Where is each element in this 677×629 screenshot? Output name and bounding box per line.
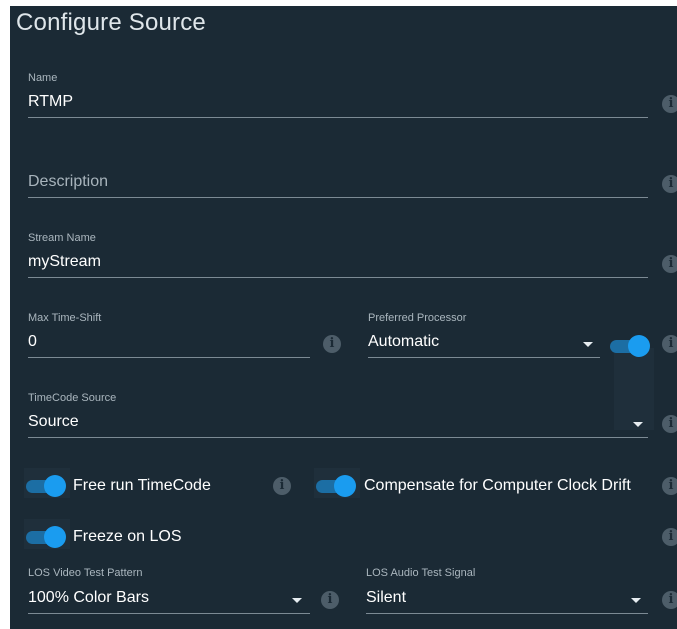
los-video-chevron-down-icon[interactable] [292, 598, 302, 603]
preferred-processor-label: Preferred Processor [368, 312, 467, 324]
clock-drift-label: Compensate for Computer Clock Drift [364, 477, 631, 494]
preferred-processor-underline [368, 357, 600, 358]
preferred-processor-info-icon[interactable]: i [662, 335, 677, 353]
los-audio-info-icon[interactable]: i [662, 591, 677, 609]
preferred-processor-chevron-down-icon[interactable] [583, 342, 593, 347]
timecode-source-label: TimeCode Source [28, 392, 117, 404]
max-time-shift-underline [28, 357, 310, 358]
stream-name-info-icon[interactable]: i [662, 255, 677, 273]
timecode-source-chevron-down-icon[interactable] [633, 422, 643, 427]
clock-drift-toggle[interactable] [316, 475, 356, 497]
max-time-shift-input[interactable]: 0 [28, 333, 37, 351]
los-audio-underline [366, 613, 648, 614]
preferred-processor-select[interactable]: Automatic [368, 333, 439, 351]
name-underline [28, 117, 648, 118]
toggle-knob [44, 475, 66, 497]
description-input[interactable]: Description [28, 173, 108, 191]
los-video-label: LOS Video Test Pattern [28, 567, 143, 579]
preferred-processor-toggle[interactable] [610, 335, 650, 357]
los-video-info-icon[interactable]: i [321, 591, 339, 609]
freeze-on-los-toggle[interactable] [26, 526, 66, 548]
timecode-source-underline [28, 437, 648, 438]
timecode-source-info-icon[interactable]: i [662, 415, 677, 433]
dialog-title: Configure Source [16, 9, 206, 36]
toggle-knob [44, 526, 66, 548]
free-run-timecode-label: Free run TimeCode [73, 477, 211, 494]
los-audio-chevron-down-icon[interactable] [631, 598, 641, 603]
toggle-knob [628, 335, 650, 357]
max-time-shift-info-icon[interactable]: i [323, 335, 341, 353]
stream-name-underline [28, 277, 648, 278]
name-input[interactable]: RTMP [28, 93, 73, 111]
toggle-knob [334, 475, 356, 497]
name-label: Name [28, 72, 58, 84]
freeze-on-los-label: Freeze on LOS [73, 528, 182, 545]
clock-drift-info-icon[interactable]: i [662, 477, 677, 495]
stream-name-input[interactable]: myStream [28, 253, 101, 271]
processor-toggle-shade [614, 348, 654, 430]
description-info-icon[interactable]: i [662, 175, 677, 193]
configure-source-dialog: Configure Source Name RTMP i Description… [10, 6, 677, 629]
max-time-shift-label: Max Time-Shift [28, 312, 102, 324]
free-run-timecode-toggle[interactable] [26, 475, 66, 497]
los-audio-label: LOS Audio Test Signal [366, 567, 476, 579]
los-video-select[interactable]: 100% Color Bars [28, 589, 149, 607]
name-info-icon[interactable]: i [662, 95, 677, 113]
stream-name-label: Stream Name [28, 232, 96, 244]
free-run-timecode-info-icon[interactable]: i [273, 477, 291, 495]
los-video-underline [28, 613, 310, 614]
timecode-source-select[interactable]: Source [28, 413, 79, 431]
los-audio-select[interactable]: Silent [366, 589, 406, 607]
freeze-on-los-info-icon[interactable]: i [662, 528, 677, 546]
description-underline [28, 197, 648, 198]
